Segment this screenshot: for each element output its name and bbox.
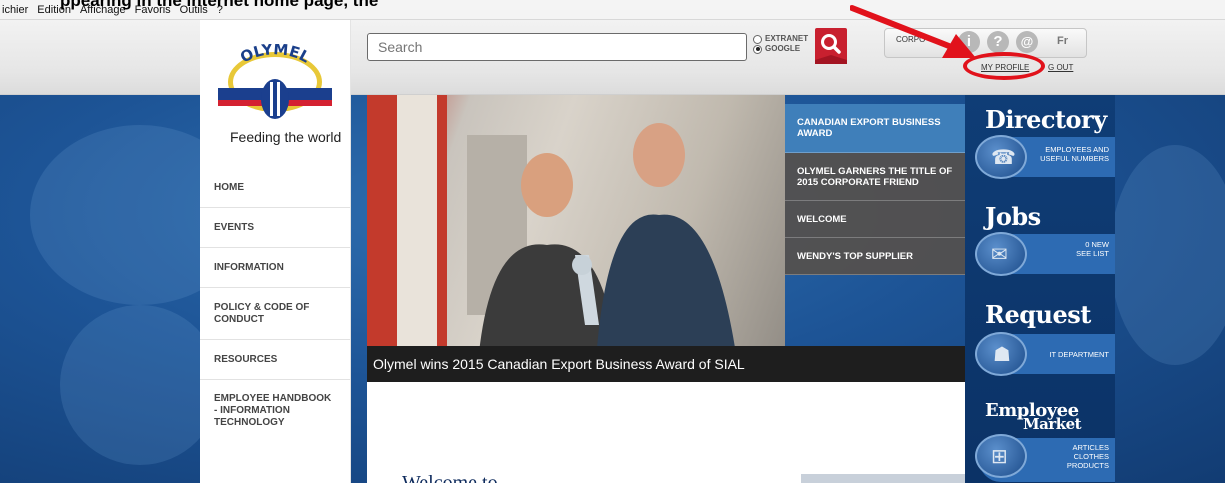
widget-request-sub: IT DEPARTMENT: [1049, 350, 1109, 359]
nav-item-home[interactable]: HOME: [200, 168, 350, 208]
nav-item-employee-handbook[interactable]: EMPLOYEE HANDBOOK - INFORMATION TECHNOLO…: [200, 380, 350, 442]
radio-google[interactable]: GOOGLE: [753, 44, 808, 54]
search-icon: [815, 34, 847, 64]
widget-request-title: Request: [985, 300, 1091, 329]
main-nav: HOME EVENTS INFORMATION POLICY & CODE OF…: [200, 168, 350, 442]
widget-jobs[interactable]: Jobs ✉ 0 NEW SEE LIST: [965, 202, 1115, 290]
main-content: Welcome to ...: [367, 382, 965, 483]
overlay-title-text: ppearing in the internet home page, the: [60, 0, 379, 10]
tagline: Feeding the world: [230, 129, 342, 145]
browser-menu-bar: ppearing in the internet home page, the …: [0, 0, 1225, 20]
cart-icon: ⊞: [975, 434, 1027, 478]
nav-item-resources[interactable]: RESOURCES: [200, 340, 350, 380]
radio-google-label: GOOGLE: [765, 44, 801, 53]
hero-caption: Olymel wins 2015 Canadian Export Busines…: [367, 346, 965, 382]
left-column: OLYMEL Feeding the world HOME EVENTS INF…: [200, 20, 351, 483]
olymel-logo[interactable]: OLYMEL: [214, 44, 336, 124]
search-scope: EXTRANET GOOGLE: [753, 34, 808, 54]
folder-icon: ✉: [975, 232, 1027, 276]
language-toggle[interactable]: Fr: [1057, 35, 1068, 47]
radio-indicator: [753, 44, 762, 54]
search-input[interactable]: [367, 33, 747, 61]
hero-image[interactable]: [367, 95, 785, 382]
quick-links: Directory ☎ EMPLOYEES AND USEFUL NUMBERS…: [965, 95, 1115, 483]
widget-jobs-title: Jobs: [985, 202, 1041, 231]
widget-directory-sub: EMPLOYEES AND USEFUL NUMBERS: [1040, 145, 1109, 163]
nav-item-events[interactable]: EVENTS: [200, 208, 350, 248]
log-out-link[interactable]: G OUT: [1048, 63, 1073, 72]
phone-icon: ☎: [975, 135, 1027, 179]
content-box: [801, 474, 965, 483]
radio-extranet-label: EXTRANET: [765, 34, 809, 43]
search-button[interactable]: [815, 28, 847, 64]
widget-directory-title: Directory: [985, 105, 1107, 134]
radio-extranet[interactable]: EXTRANET: [753, 34, 808, 44]
email-icon[interactable]: @: [1016, 31, 1038, 53]
person-icon: ☗: [975, 332, 1027, 376]
radio-indicator: [753, 34, 762, 44]
hero-photo: [367, 95, 739, 382]
welcome-heading: Welcome to ...: [402, 472, 518, 483]
help-icon[interactable]: ?: [987, 31, 1009, 53]
widget-market-sub: ARTICLES CLOTHES PRODUCTS: [1066, 443, 1109, 470]
slide-item-export-award[interactable]: CANADIAN EXPORT BUSINESS AWARD: [785, 104, 965, 153]
widget-market-title2: Market: [1023, 415, 1082, 433]
widget-directory[interactable]: Directory ☎ EMPLOYEES AND USEFUL NUMBERS: [965, 95, 1115, 191]
widget-request[interactable]: Request ☗ IT DEPARTMENT: [965, 300, 1115, 390]
slide-item-welcome[interactable]: WELCOME: [785, 201, 965, 238]
news-slider-list: CANADIAN EXPORT BUSINESS AWARD OLYMEL GA…: [785, 104, 965, 275]
nav-item-information[interactable]: INFORMATION: [200, 248, 350, 288]
slide-item-wendys[interactable]: WENDY'S TOP SUPPLIER: [785, 238, 965, 275]
nav-item-policy[interactable]: POLICY & CODE OF CONDUCT: [200, 288, 350, 340]
widget-jobs-sub: 0 NEW SEE LIST: [1076, 240, 1109, 258]
menu-file[interactable]: ichier: [2, 4, 28, 16]
annotation-arrow-icon: [850, 5, 976, 58]
slide-item-corporate-friend[interactable]: OLYMEL GARNERS THE TITLE OF 2015 CORPORA…: [785, 153, 965, 201]
widget-employee-market[interactable]: Employee Market ⊞ ARTICLES CLOTHES PRODU…: [965, 400, 1115, 483]
